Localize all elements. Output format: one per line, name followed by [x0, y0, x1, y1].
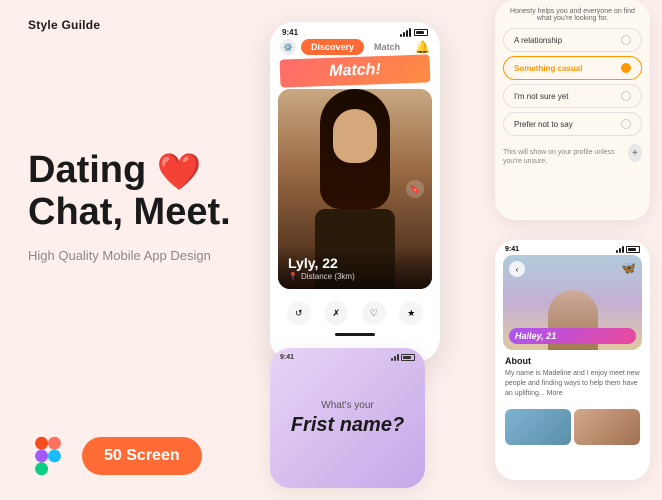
- photo-item-2: [574, 409, 640, 445]
- option-notsure-label: I'm not sure yet: [514, 92, 568, 101]
- home-indicator: [335, 333, 375, 336]
- battery-icon-rb: [626, 246, 640, 253]
- option-relationship[interactable]: A relationship: [503, 28, 642, 52]
- phone-nav-icons: ⚙️ Discovery Match 🔔: [270, 39, 440, 55]
- time-rb: 9:41: [505, 246, 519, 253]
- location-icon: 📍: [288, 272, 298, 281]
- brand-label: Style Guilde: [28, 18, 100, 32]
- title-line2: Chat, Meet.: [28, 191, 231, 233]
- question-label: What's your: [291, 400, 404, 411]
- tab-match[interactable]: Match: [364, 39, 410, 55]
- signal-icon-bc: [391, 354, 399, 361]
- status-bar-rb: 9:41: [495, 240, 650, 255]
- option-casual[interactable]: Something casual: [503, 56, 642, 80]
- phone-center: 9:41 ⚙️ Discovery Match 🔔 Match!: [270, 22, 440, 362]
- profile-overlay: Lyly, 22 📍 Distance (3km): [278, 247, 432, 289]
- signal-icon: [400, 28, 411, 37]
- butterfly-icon: 🦋: [621, 261, 636, 275]
- bottom-left-section: 50 Screen: [28, 436, 202, 476]
- option-notsure-radio: [621, 91, 631, 101]
- about-section: About My name is Madeline and I enjoy me…: [495, 350, 650, 404]
- add-button[interactable]: +: [628, 144, 642, 162]
- profile-photo-rb: ‹ 🦋 Hailey, 21: [503, 255, 642, 350]
- tab-discovery[interactable]: Discovery: [301, 39, 364, 55]
- option-casual-radio: [621, 63, 631, 73]
- battery-icon-bc: [401, 354, 415, 361]
- name-question: What's your Frist name?: [291, 400, 404, 437]
- title-line1: Dating ❤️: [28, 149, 202, 191]
- about-text: My name is Madeline and I enjoy meet new…: [505, 369, 640, 398]
- option-prefer-radio: [621, 119, 631, 129]
- option-relationship-radio: [621, 35, 631, 45]
- bookmark-icon: 🔖: [406, 180, 424, 198]
- status-bar-bc: 9:41: [270, 354, 425, 361]
- profile-image: Lyly, 22 📍 Distance (3km) 🔖: [278, 89, 432, 289]
- like-action[interactable]: ♡: [362, 301, 386, 325]
- match-banner: Match!: [280, 54, 431, 87]
- option-prefer-label: Prefer not to say: [514, 120, 573, 129]
- notification-icon: 🔔: [415, 40, 430, 54]
- refresh-action[interactable]: ↺: [287, 301, 311, 325]
- question-main: Frist name?: [291, 413, 404, 437]
- battery-icon: [414, 29, 428, 36]
- action-bar: ↺ ✗ ♡ ★: [270, 293, 440, 329]
- onboarding-intro: Honesty helps you and everyone on find w…: [503, 8, 642, 22]
- option-relationship-label: A relationship: [514, 36, 562, 45]
- option-casual-label: Something casual: [514, 64, 582, 73]
- figma-icon: [28, 436, 68, 476]
- settings-icon: ⚙️: [280, 39, 296, 55]
- subtitle: High Quality Mobile App Design: [28, 248, 248, 263]
- heart-emoji: ❤️: [157, 152, 202, 192]
- star-action[interactable]: ★: [399, 301, 423, 325]
- option-notsure[interactable]: I'm not sure yet: [503, 84, 642, 108]
- back-button-rb[interactable]: ‹: [509, 261, 525, 277]
- photo-item-1: [505, 409, 571, 445]
- profile-name: Lyly, 22: [288, 255, 422, 271]
- profile-note: This will show on your profile unless yo…: [503, 148, 628, 166]
- phone-preferences: Honesty helps you and everyone on find w…: [495, 0, 650, 220]
- phone-name-screen: 9:41 What's your Frist name?: [270, 348, 425, 488]
- option-prefer[interactable]: Prefer not to say: [503, 112, 642, 136]
- profile-distance: 📍 Distance (3km): [288, 272, 422, 281]
- status-bar-center: 9:41: [270, 22, 440, 39]
- reject-action[interactable]: ✗: [324, 301, 348, 325]
- signal-icon-rb: [616, 246, 624, 253]
- photo-grid: [495, 406, 650, 448]
- main-title: Dating ❤️ Chat, Meet.: [28, 150, 248, 234]
- phone-profile: 9:41 ‹ 🦋 Hailey, 21 About My name is Mad…: [495, 240, 650, 480]
- about-title: About: [505, 356, 640, 366]
- hero-section: Dating ❤️ Chat, Meet. High Quality Mobil…: [28, 150, 248, 263]
- time-bc: 9:41: [280, 354, 294, 361]
- time-center: 9:41: [282, 28, 298, 37]
- profile-name-rb: Hailey, 21: [509, 328, 636, 344]
- screen-badge: 50 Screen: [82, 437, 202, 475]
